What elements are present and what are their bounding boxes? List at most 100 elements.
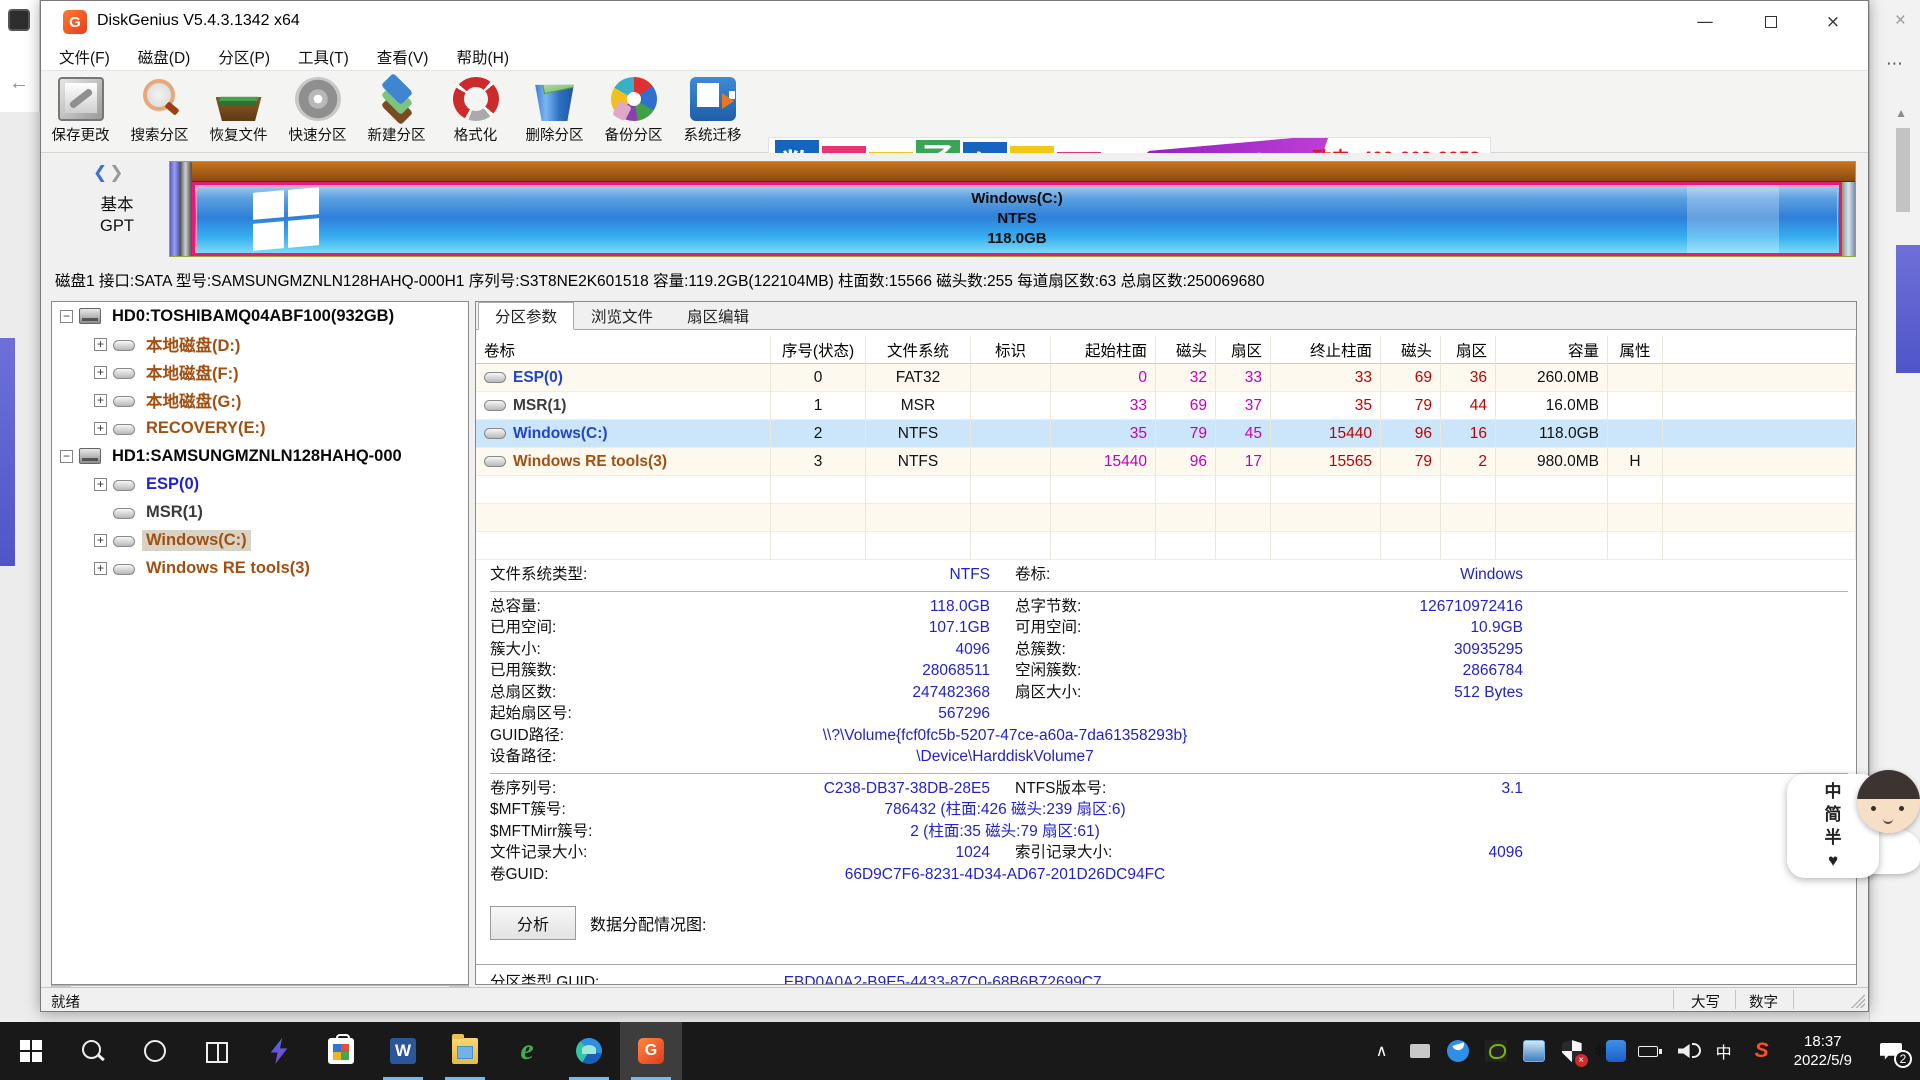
tree-expand-icon[interactable]: + xyxy=(94,478,107,491)
tree-item[interactable]: − HD1:SAMSUNGMZNLN128HAHQ-000 xyxy=(52,442,468,470)
col-end-sector[interactable]: 扇区 xyxy=(1441,336,1496,364)
toolbar-button[interactable]: 备份分区 xyxy=(594,71,673,153)
tree-item[interactable]: + 本地磁盘(G:) xyxy=(52,386,468,414)
scrollbar-thumb[interactable] xyxy=(1896,128,1910,212)
tray-icon[interactable] xyxy=(1670,1031,1702,1071)
menu-help[interactable]: 帮助(H) xyxy=(456,46,509,68)
tree-item[interactable]: + RECOVERY(E:) xyxy=(52,414,468,442)
back-arrow-icon[interactable]: ← xyxy=(9,72,29,95)
msr-partition-block[interactable] xyxy=(181,162,192,256)
tray-icon[interactable] xyxy=(1518,1031,1550,1071)
partition-row[interactable]: ESP(0) 0 FAT32 0 32 33 33 69 36 260.0MB xyxy=(476,364,1856,392)
partition-row[interactable]: Windows(C:) 2 NTFS 35 79 45 15440 96 16 … xyxy=(476,420,1856,448)
tray-icon[interactable]: 中 xyxy=(1708,1031,1740,1071)
col-capacity[interactable]: 容量 xyxy=(1496,336,1608,364)
tab-sector-edit[interactable]: 扇区编辑 xyxy=(670,302,766,330)
menu-view[interactable]: 查看(V) xyxy=(377,46,429,68)
partition-row[interactable]: MSR(1) 1 MSR 33 69 37 35 79 44 16.0MB xyxy=(476,392,1856,420)
tab-partition-params[interactable]: 分区参数 xyxy=(478,302,574,330)
tray-icon[interactable]: ✻ xyxy=(1594,1031,1626,1071)
partition-name-cell[interactable]: Windows(C:) xyxy=(476,420,771,448)
partition-name-cell[interactable]: Windows RE tools(3) xyxy=(476,448,771,476)
tree-expand-icon[interactable]: + xyxy=(94,366,107,379)
tree-expand-icon[interactable]: + xyxy=(94,422,107,435)
partition-name-cell[interactable]: MSR(1) xyxy=(476,392,771,420)
menu-disk[interactable]: 磁盘(D) xyxy=(138,46,191,68)
taskbar-button[interactable]: e xyxy=(496,1022,558,1080)
menu-file[interactable]: 文件(F) xyxy=(59,46,110,68)
taskbar-button[interactable] xyxy=(124,1022,186,1080)
prev-disk-icon[interactable]: ❮ xyxy=(93,163,109,182)
tray-icon[interactable]: ∧ xyxy=(1366,1031,1398,1071)
sogou-ime-widget[interactable]: 中 简 半 ♥ xyxy=(1787,770,1920,886)
next-disk-icon[interactable]: ❯ xyxy=(109,163,125,182)
col-start-cylinder[interactable]: 起始柱面 xyxy=(1051,336,1156,364)
tray-icon[interactable]: × xyxy=(1556,1031,1588,1071)
tree-item[interactable]: + ESP(0) xyxy=(52,470,468,498)
tab-browse-files[interactable]: 浏览文件 xyxy=(574,302,670,330)
more-menu-icon[interactable]: ⋯ xyxy=(1886,54,1904,74)
tray-icon[interactable] xyxy=(1404,1031,1436,1071)
tree-expand-icon[interactable]: + xyxy=(94,562,107,575)
tree-item[interactable]: − HD0:TOSHIBAMQ04ABF100(932GB) xyxy=(52,302,468,330)
partition-row[interactable]: Windows RE tools(3) 3 NTFS 15440 96 17 1… xyxy=(476,448,1856,476)
tree-expand-icon[interactable]: − xyxy=(60,310,73,323)
toolbar-button[interactable]: 格式化 xyxy=(436,71,515,153)
tray-icon[interactable] xyxy=(1442,1031,1474,1071)
tray-icon[interactable] xyxy=(1480,1031,1512,1071)
analyze-button[interactable]: 分析 xyxy=(490,906,576,940)
tray-icon[interactable]: S xyxy=(1746,1031,1778,1071)
taskbar-button[interactable] xyxy=(310,1022,372,1080)
taskbar-clock[interactable]: 18:37 2022/5/9 xyxy=(1784,1032,1862,1070)
col-end-cylinder[interactable]: 终止柱面 xyxy=(1271,336,1381,364)
maximize-button[interactable] xyxy=(1740,1,1802,43)
windows-partition-block[interactable]: Windows(C:) NTFS 118.0GB xyxy=(192,182,1842,256)
esp-partition-block[interactable] xyxy=(170,162,181,256)
taskbar-button[interactable]: G xyxy=(620,1022,682,1080)
partition-name-cell[interactable]: ESP(0) xyxy=(476,364,771,392)
tree-expand-icon[interactable]: + xyxy=(94,534,107,547)
toolbar-button[interactable]: 恢复文件 xyxy=(199,71,278,153)
col-attributes[interactable]: 属性 xyxy=(1608,336,1663,364)
scroll-up-icon[interactable]: ▲ xyxy=(1895,106,1907,120)
toolbar-button[interactable]: 新建分区 xyxy=(357,71,436,153)
menu-partition[interactable]: 分区(P) xyxy=(218,46,270,68)
tree-expand-icon[interactable]: − xyxy=(60,450,73,463)
resize-grip[interactable] xyxy=(1851,994,1865,1008)
taskbar-button[interactable] xyxy=(434,1022,496,1080)
tree-expand-icon[interactable]: + xyxy=(94,394,107,407)
col-identifier[interactable]: 标识 xyxy=(971,336,1051,364)
toolbar-button[interactable]: 系统迁移 xyxy=(673,71,752,153)
menu-tools[interactable]: 工具(T) xyxy=(298,46,349,68)
col-filesystem[interactable]: 文件系统 xyxy=(866,336,971,364)
close-button[interactable]: × xyxy=(1802,1,1864,43)
tree-item[interactable]: MSR(1) xyxy=(52,498,468,526)
tree-item[interactable]: + 本地磁盘(D:) xyxy=(52,330,468,358)
taskbar-button[interactable] xyxy=(62,1022,124,1080)
toolbar-button[interactable]: 删除分区 xyxy=(515,71,594,153)
minimize-button[interactable]: — xyxy=(1674,1,1736,43)
tray-icon[interactable] xyxy=(1632,1031,1664,1071)
toolbar-button[interactable]: 搜索分区 xyxy=(120,71,199,153)
tree-item[interactable]: + 本地磁盘(F:) xyxy=(52,358,468,386)
col-volume-label[interactable]: 卷标 xyxy=(476,336,771,364)
taskbar-button[interactable] xyxy=(558,1022,620,1080)
taskbar-button[interactable] xyxy=(186,1022,248,1080)
tree-item[interactable]: + Windows(C:) xyxy=(52,526,468,554)
taskbar-button[interactable] xyxy=(248,1022,310,1080)
toolbar-button[interactable]: 快速分区 xyxy=(278,71,357,153)
tree-expand-icon[interactable]: + xyxy=(94,338,107,351)
col-start-sector[interactable]: 扇区 xyxy=(1216,336,1271,364)
notification-center-button[interactable]: 2 xyxy=(1868,1022,1914,1080)
detail-label: $MFT簇号: xyxy=(490,799,745,821)
tree-item[interactable]: + Windows RE tools(3) xyxy=(52,554,468,582)
taskbar-button[interactable] xyxy=(0,1022,62,1080)
disk-nav-arrows[interactable]: ❮❯ xyxy=(93,163,126,183)
close-icon[interactable]: × xyxy=(1895,10,1906,32)
col-serial-status[interactable]: 序号(状态) xyxy=(771,336,866,364)
col-start-head[interactable]: 磁头 xyxy=(1156,336,1216,364)
toolbar-button[interactable]: 保存更改 xyxy=(41,71,120,153)
col-end-head[interactable]: 磁头 xyxy=(1381,336,1441,364)
recovery-partition-block[interactable] xyxy=(1842,182,1855,256)
taskbar-button[interactable]: W xyxy=(372,1022,434,1080)
